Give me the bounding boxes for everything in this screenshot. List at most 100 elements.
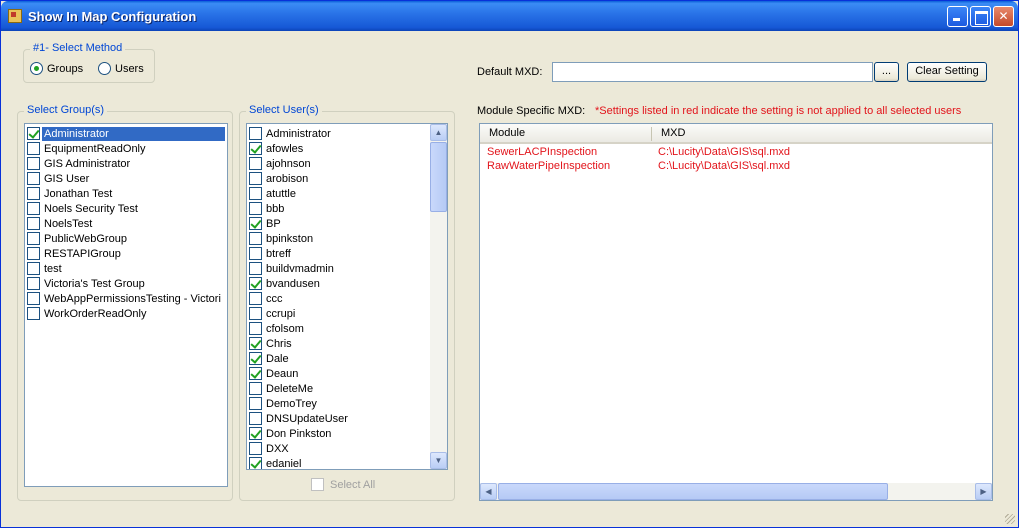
scroll-left-button[interactable]: ◀ [480,483,497,500]
radio-users-dot[interactable] [98,62,111,75]
item-checkbox[interactable] [249,247,262,260]
item-checkbox[interactable] [249,382,262,395]
row-mxd[interactable]: C:\Lucity\Data\GIS\sql.mxd [658,160,790,174]
select-all-box[interactable] [311,478,324,491]
item-checkbox[interactable] [27,292,40,305]
item-checkbox[interactable] [27,142,40,155]
list-item[interactable]: bpinkston [247,231,430,246]
list-item[interactable]: Chris [247,336,430,351]
list-item[interactable]: bvandusen [247,276,430,291]
item-checkbox[interactable] [27,247,40,260]
list-item[interactable]: WebAppPermissionsTesting - Victori [25,291,225,306]
row-mxd[interactable]: C:\Lucity\Data\GIS\sql.mxd [658,146,790,160]
maximize-button[interactable] [970,6,991,27]
item-checkbox[interactable] [27,127,40,140]
item-checkbox[interactable] [249,442,262,455]
item-checkbox[interactable] [249,367,262,380]
groups-listbox[interactable]: Administrator EquipmentReadOnly GIS Admini… [24,123,228,487]
list-item[interactable]: Victoria's Test Group [25,276,225,291]
list-item[interactable]: NoelsTest [25,216,225,231]
item-checkbox[interactable] [27,232,40,245]
item-checkbox[interactable] [249,352,262,365]
scroll-right-button[interactable]: ▶ [975,483,992,500]
listview-horizontal-scrollbar[interactable]: ◀ ▶ [480,483,992,500]
list-item[interactable]: GIS User [25,171,225,186]
list-item[interactable]: WorkOrderReadOnly [25,306,225,321]
item-checkbox[interactable] [249,262,262,275]
item-checkbox[interactable] [249,397,262,410]
item-checkbox[interactable] [27,157,40,170]
list-item[interactable]: Noels Security Test [25,201,225,216]
item-checkbox[interactable] [27,217,40,230]
item-checkbox[interactable] [249,292,262,305]
list-item[interactable]: Dale [247,351,430,366]
list-item[interactable]: GIS Administrator [25,156,225,171]
item-checkbox[interactable] [249,277,262,290]
list-item[interactable]: RESTAPIGroup [25,246,225,261]
row-module[interactable]: RawWaterPipeInspection [487,160,610,174]
scroll-down-button[interactable]: ▼ [430,452,447,469]
list-item[interactable]: test [25,261,225,276]
default-mxd-input[interactable] [552,62,873,82]
list-item[interactable]: atuttle [247,186,430,201]
close-button[interactable]: ✕ [993,6,1014,27]
browse-button[interactable]: ... [874,62,899,82]
list-item[interactable]: Deaun [247,366,430,381]
list-item[interactable]: DemoTrey [247,396,430,411]
list-item[interactable]: Jonathan Test [25,186,225,201]
item-checkbox[interactable] [249,157,262,170]
list-item[interactable]: DeleteMe [247,381,430,396]
list-item[interactable]: EquipmentReadOnly [25,141,225,156]
list-item[interactable]: PublicWebGroup [25,231,225,246]
item-checkbox[interactable] [249,322,262,335]
item-checkbox[interactable] [249,232,262,245]
column-header-mxd[interactable]: MXD [661,127,685,139]
list-item[interactable]: ccc [247,291,430,306]
item-checkbox[interactable] [27,172,40,185]
item-checkbox[interactable] [249,202,262,215]
module-mxd-listview[interactable]: Module MXD ◀ ▶ SewerLACPInspection C:\Luc… [479,123,993,501]
clear-setting-button[interactable]: Clear Setting [907,62,987,82]
item-checkbox[interactable] [27,202,40,215]
scroll-thumb[interactable] [430,142,447,212]
scroll-up-button[interactable]: ▲ [430,124,447,141]
horizontal-scroll-thumb[interactable] [498,483,888,500]
radio-users[interactable]: Users [98,62,144,75]
minimize-button[interactable] [947,6,968,27]
item-checkbox[interactable] [249,127,262,140]
users-listbox[interactable]: Administrator afowles ajohnson arobison atut… [246,123,448,470]
item-checkbox[interactable] [249,457,262,469]
item-checkbox[interactable] [249,172,262,185]
list-item[interactable]: BP [247,216,430,231]
column-separator[interactable] [651,127,652,141]
list-item[interactable]: bbb [247,201,430,216]
list-item[interactable]: buildvmadmin [247,261,430,276]
column-header-module[interactable]: Module [489,127,525,139]
item-checkbox[interactable] [249,307,262,320]
item-checkbox[interactable] [27,277,40,290]
list-item[interactable]: edaniel [247,456,430,469]
list-item[interactable]: DNSUpdateUser [247,411,430,426]
list-item[interactable]: ccrupi [247,306,430,321]
select-all-checkbox[interactable]: Select All [311,478,375,491]
item-checkbox[interactable] [27,307,40,320]
item-checkbox[interactable] [249,187,262,200]
radio-groups-dot[interactable] [30,62,43,75]
list-item[interactable]: btreff [247,246,430,261]
item-checkbox[interactable] [27,262,40,275]
list-item[interactable]: DXX [247,441,430,456]
list-item[interactable]: afowles [247,141,430,156]
list-item[interactable]: Administrator [247,126,430,141]
resize-grip-icon[interactable] [1005,514,1015,524]
title-bar[interactable]: Show In Map Configuration ✕ [1,1,1018,31]
radio-groups[interactable]: Groups [30,62,83,75]
list-item[interactable]: Don Pinkston [247,426,430,441]
list-item[interactable]: Administrator [25,126,225,141]
list-item[interactable]: arobison [247,171,430,186]
item-checkbox[interactable] [249,427,262,440]
item-checkbox[interactable] [249,412,262,425]
list-item[interactable]: ajohnson [247,156,430,171]
list-item[interactable]: cfolsom [247,321,430,336]
item-checkbox[interactable] [27,187,40,200]
row-module[interactable]: SewerLACPInspection [487,146,597,160]
